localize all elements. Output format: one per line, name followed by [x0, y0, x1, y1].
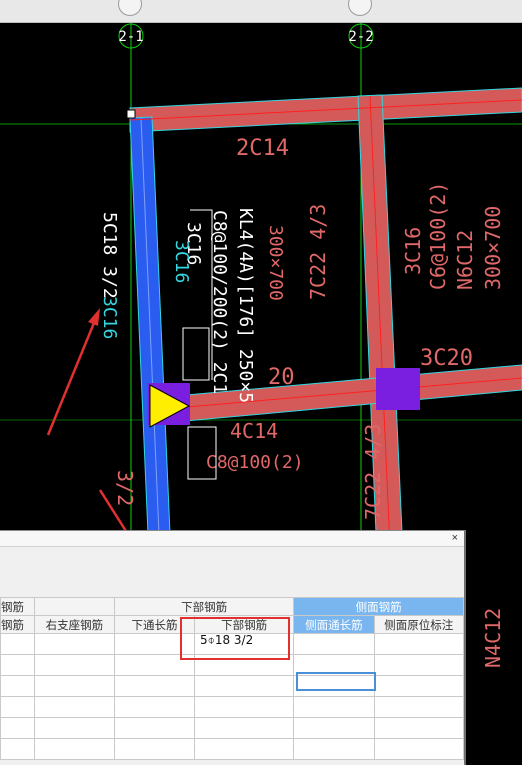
column-corner[interactable] [126, 109, 136, 119]
toolbar-circle-right [348, 0, 372, 16]
label-box-a [182, 327, 210, 381]
header-lower-rebar: 下部钢筋 [193, 615, 295, 634]
header-side-original: 侧面原位标注 [373, 615, 465, 634]
callout-arrow-up [46, 317, 98, 436]
text-left-5c18: 5C18 3/2 [99, 212, 120, 299]
close-icon[interactable]: × [452, 532, 458, 544]
header-side-through: 侧面通长筋 [293, 615, 375, 634]
group-empty-1 [33, 597, 115, 616]
text-right-c6: C6@100(2) [426, 182, 450, 290]
rebar-grid: 钢筋 下部钢筋 侧面钢筋 钢筋 右支座钢筋 下通长筋 下部钢筋 侧面通长筋 侧面… [0, 597, 465, 760]
callout-arrowhead-up [88, 308, 100, 326]
top-toolbar [0, 0, 522, 23]
axis-label-left: 2-1 [118, 29, 143, 45]
text-right-3c20: 3C20 [420, 346, 473, 371]
lower-rebar-cell-value[interactable]: 5⌽18 3/2 [200, 633, 253, 648]
text-beam-stirrup: C8@100/200(2) 2C1 [209, 210, 230, 394]
text-right-n6: N6C12 [453, 230, 477, 290]
text-beam-id: KL4(4A)[176] 250×5 [235, 208, 256, 403]
group-side-rebar: 侧面钢筋 [293, 597, 464, 616]
header-right-support: 右支座钢筋 [33, 615, 115, 634]
group-left: 钢筋 [0, 597, 35, 616]
text-c20-mid: 20 [268, 365, 295, 390]
dialog-toolbar-2 [0, 569, 464, 598]
header-lower-through: 下通长筋 [113, 615, 195, 634]
header-rebar: 钢筋 [0, 615, 35, 634]
grid-row-4[interactable] [0, 696, 465, 718]
text-300x700: 300×700 [265, 225, 286, 301]
text-3c16-cyan: 3C16 [171, 240, 192, 283]
text-right-3c16: 3C16 [401, 227, 425, 275]
grid-row-5[interactable] [0, 717, 465, 739]
axis-label-right: 2-2 [348, 29, 373, 45]
grid-row-3[interactable] [0, 675, 465, 697]
text-lower-left: 3/2 [113, 470, 137, 506]
text-top-beam: 2C14 [236, 136, 289, 161]
text-right-300x700: 300×700 [481, 206, 505, 290]
grid-group-row: 钢筋 下部钢筋 侧面钢筋 [0, 597, 464, 616]
grid-header-row: 钢筋 右支座钢筋 下通长筋 下部钢筋 侧面通长筋 侧面原位标注 [0, 615, 465, 634]
text-7c22-top: 7C22 4/3 [306, 204, 330, 300]
text-7c22-low: 7C22 4/3 [361, 424, 385, 520]
dialog-toolbar [0, 547, 464, 570]
text-c8-lower: C8@100(2) [206, 452, 304, 473]
text-c14-lower: 4C14 [230, 419, 278, 443]
toolbar-circle-left [118, 0, 142, 16]
text-right-n4: N4C12 [481, 608, 505, 668]
text-left-3c16: 3C16 [99, 296, 120, 339]
dialog-title-bar: × [0, 531, 464, 547]
group-lower-rebar: 下部钢筋 [113, 597, 295, 616]
grid-row-6[interactable] [0, 738, 465, 760]
grid-row-2[interactable] [0, 654, 465, 676]
column-right[interactable] [376, 368, 420, 410]
